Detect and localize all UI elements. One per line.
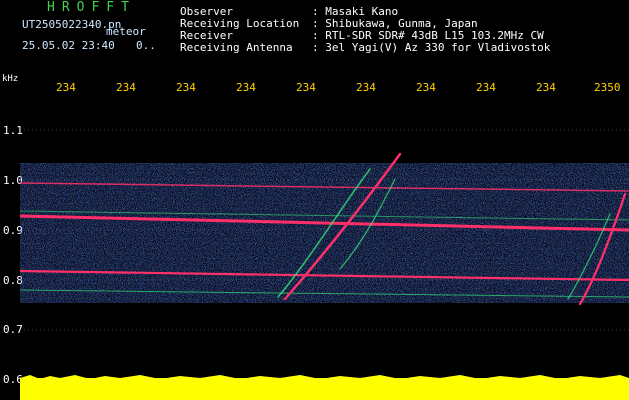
app-brand: HROFFT bbox=[47, 0, 136, 15]
x-tick: 234 bbox=[116, 81, 136, 94]
capture-date: 25.05.02 23:40 bbox=[22, 39, 115, 52]
file-type-label: meteor bbox=[106, 25, 146, 38]
spectrogram-plot bbox=[20, 129, 629, 400]
meta-value: : 3el Yagi(V) Az 330 for Vladivostok bbox=[312, 41, 551, 54]
x-tick: 234 bbox=[356, 81, 376, 94]
x-tick: 234 bbox=[56, 81, 76, 94]
x-tick: 234 bbox=[416, 81, 436, 94]
x-tick: 234 bbox=[476, 81, 496, 94]
x-tick: 234 bbox=[236, 81, 256, 94]
y-unit-label: kHz bbox=[2, 74, 19, 84]
x-tick: 234 bbox=[296, 81, 316, 94]
meta-key: Receiving Antenna bbox=[180, 41, 293, 54]
x-tick: 234 bbox=[176, 81, 196, 94]
date-suffix: 0.. bbox=[136, 39, 156, 52]
x-tick: 2350 bbox=[594, 81, 621, 94]
meta-antenna: Receiving Antenna : 3el Yagi(V) Az 330 fo… bbox=[180, 42, 550, 54]
x-tick: 234 bbox=[536, 81, 556, 94]
level-band bbox=[20, 378, 629, 400]
